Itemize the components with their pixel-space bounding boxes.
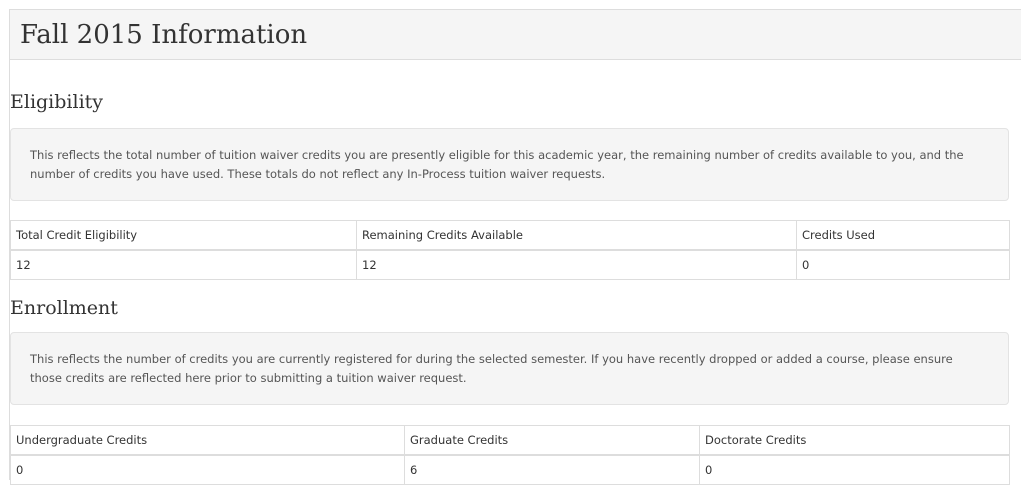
panel-header: Fall 2015 Information <box>10 10 1021 60</box>
enrollment-heading: Enrollment <box>10 297 118 319</box>
column-header-remaining-credits-available: Remaining Credits Available <box>356 220 797 251</box>
eligibility-description: This reflects the total number of tuitio… <box>10 128 1009 201</box>
graduate-credits-value: 6 <box>404 454 700 485</box>
eligibility-heading: Eligibility <box>10 91 104 113</box>
total-credit-eligibility-value: 12 <box>10 249 357 280</box>
eligibility-table: Total Credit Eligibility Remaining Credi… <box>10 220 1010 280</box>
enrollment-description-text: This reflects the number of credits you … <box>30 352 953 385</box>
eligibility-description-text: This reflects the total number of tuitio… <box>30 148 964 181</box>
remaining-credits-available-value: 12 <box>356 249 797 280</box>
column-header-credits-used: Credits Used <box>796 220 1010 251</box>
column-header-undergraduate-credits: Undergraduate Credits <box>10 425 405 456</box>
undergraduate-credits-value: 0 <box>10 454 405 485</box>
column-header-doctorate-credits: Doctorate Credits <box>699 425 1010 456</box>
eligibility-header-row: Total Credit Eligibility Remaining Credi… <box>10 220 1010 251</box>
enrollment-table: Undergraduate Credits Graduate Credits D… <box>10 425 1010 485</box>
doctorate-credits-value: 0 <box>699 454 1010 485</box>
credits-used-value: 0 <box>796 249 1010 280</box>
enrollment-description: This reflects the number of credits you … <box>10 332 1009 405</box>
enrollment-header-row: Undergraduate Credits Graduate Credits D… <box>10 425 1010 456</box>
table-row: 0 6 0 <box>10 454 1010 485</box>
page-title: Fall 2015 Information <box>20 20 308 50</box>
column-header-total-credit-eligibility: Total Credit Eligibility <box>10 220 357 251</box>
table-row: 12 12 0 <box>10 249 1010 280</box>
column-header-graduate-credits: Graduate Credits <box>404 425 700 456</box>
